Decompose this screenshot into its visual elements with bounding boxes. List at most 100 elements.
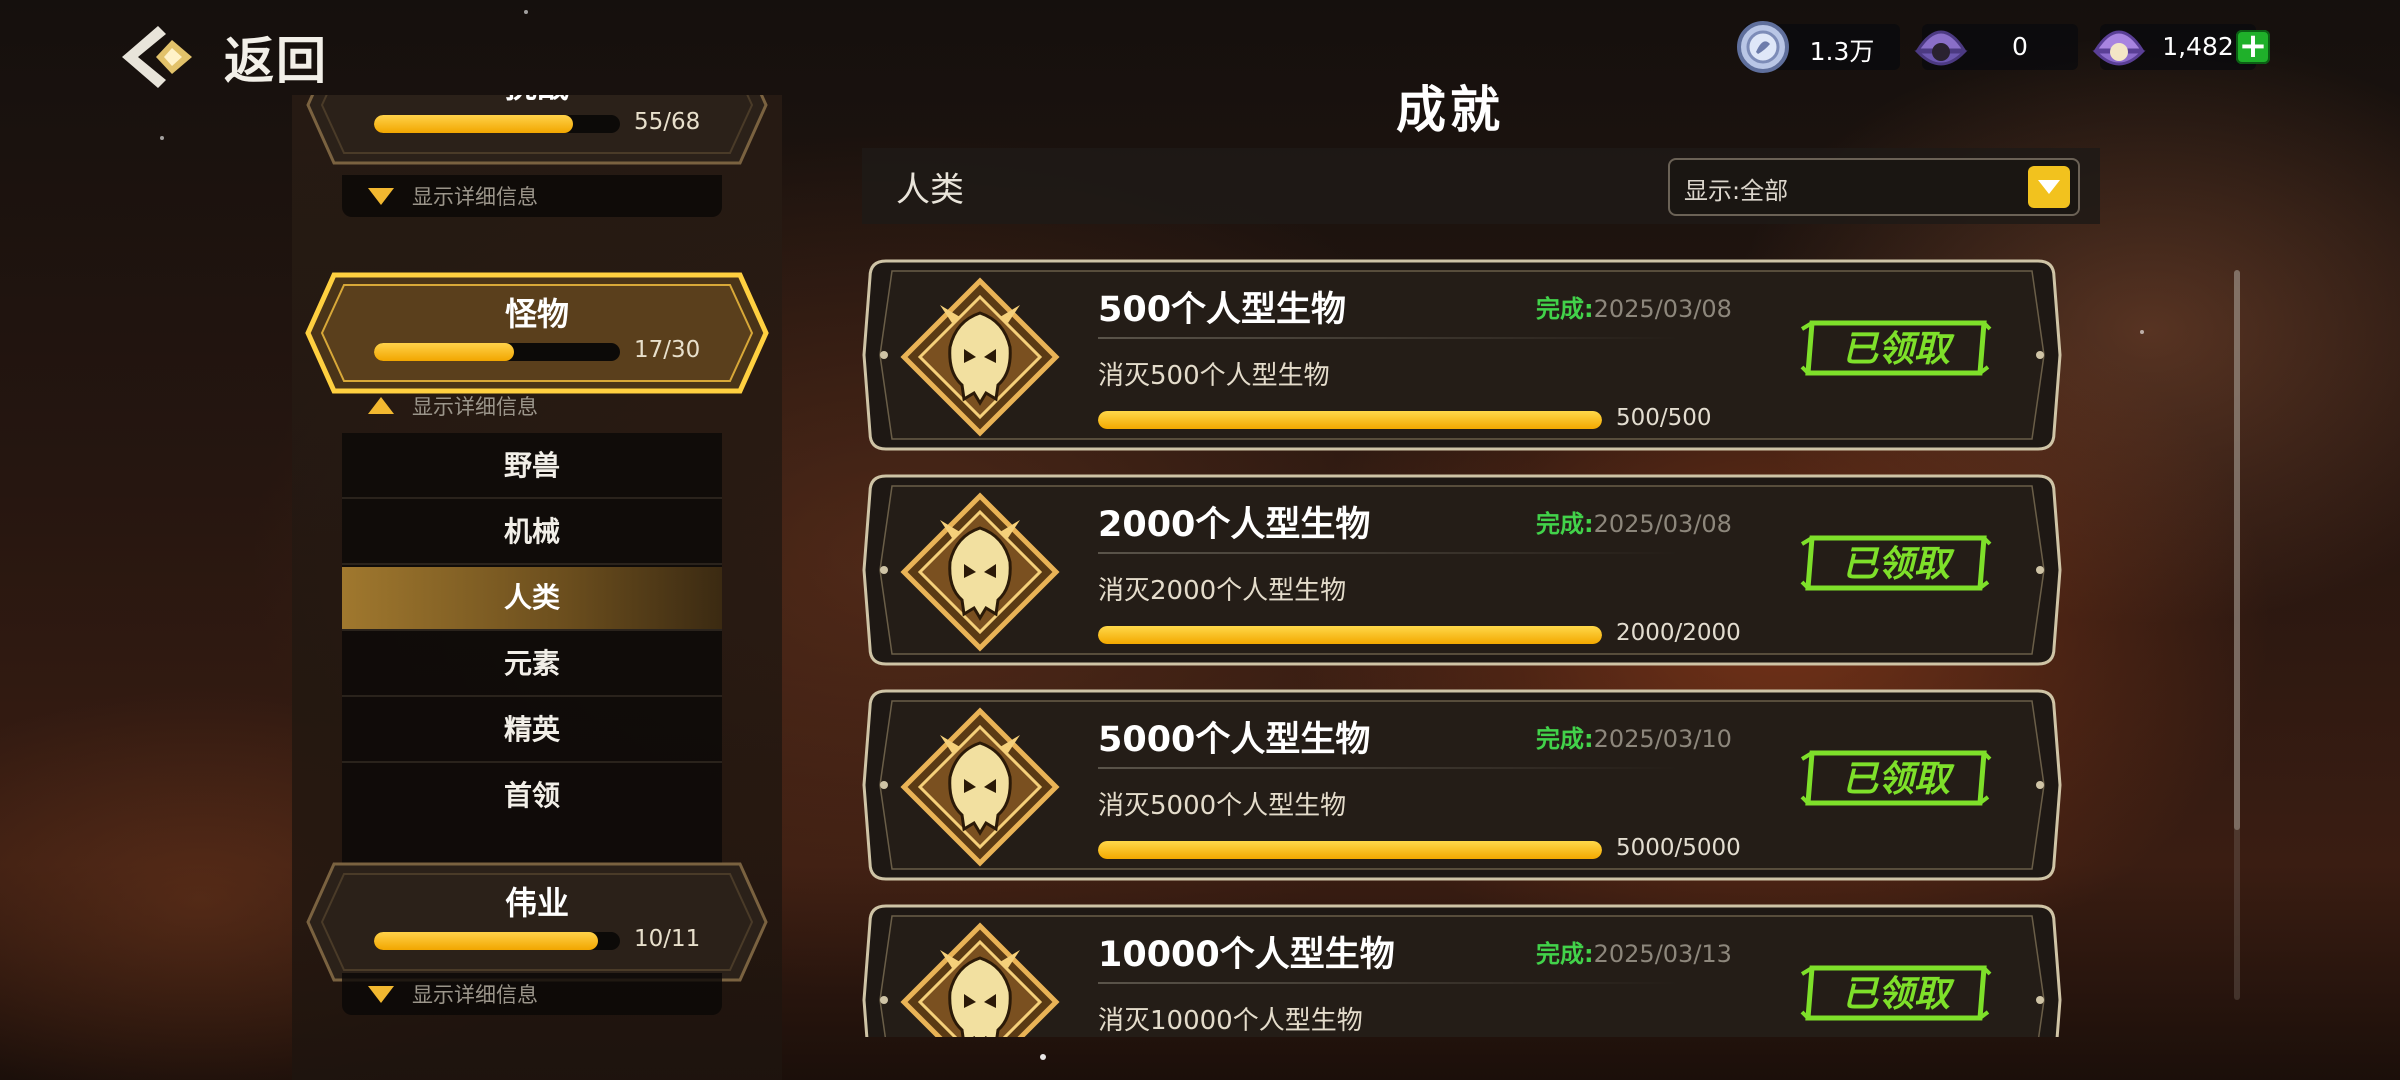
achievement-progress-count: 500/500 <box>1616 405 1712 431</box>
background-star <box>1040 1054 1046 1060</box>
back-button[interactable]: 返回 <box>118 20 328 94</box>
completion-label: 完成: <box>1536 295 1594 323</box>
completion-date: 2025/03/08 <box>1593 510 1732 538</box>
subcategory-beast[interactable]: 野兽 <box>342 435 722 499</box>
completion-info: 完成:2025/03/13 <box>1536 934 1732 969</box>
section-header: 人类 显示:全部 <box>862 148 2100 224</box>
claimed-label: 已领取 <box>1842 544 1955 585</box>
subcategory-humanoid[interactable]: 人类 <box>342 567 722 631</box>
chevron-up-icon <box>368 397 394 414</box>
currency-pearl: 1,482 + <box>2092 24 2270 70</box>
category-challenge[interactable]: 挑战 55/68 <box>304 95 770 167</box>
pearl-shell-icon <box>2092 30 2146 66</box>
claimed-label: 已领取 <box>1842 759 1955 800</box>
category-count: 17/30 <box>634 337 701 363</box>
currency-silver-value: 1.3万 <box>1809 37 1875 66</box>
achievement-card[interactable]: 5000个人型生物 完成:2025/03/10 消灭5000个人型生物 5000… <box>862 685 2062 885</box>
monster-emblem-icon <box>900 922 1060 1037</box>
category-title: 伟业 <box>504 884 569 922</box>
category-count: 55/68 <box>634 109 701 135</box>
show-details-toggle[interactable]: 显示详细信息 <box>342 175 722 217</box>
achievement-progress-fill <box>1098 411 1602 429</box>
subcategory-boss[interactable]: 首领 <box>342 765 722 827</box>
currency-dark-pearl: 0 <box>1914 24 2078 70</box>
achievement-description: 消灭10000个人型生物 <box>1098 1006 1363 1036</box>
subcategory-list: 野兽 机械 人类 元素 精英 首领 <box>342 433 722 881</box>
filter-dropdown-button[interactable] <box>2028 166 2070 208</box>
page-title: 成就 <box>1396 81 1504 139</box>
completion-label: 完成: <box>1536 940 1594 968</box>
achievement-title: 500个人型生物 <box>1098 290 1347 330</box>
divider <box>1098 337 1678 339</box>
achievement-title: 5000个人型生物 <box>1098 720 1371 760</box>
achievement-progress-fill <box>1098 841 1602 859</box>
claimed-button[interactable]: 已领取 <box>1798 315 1994 381</box>
completion-info: 完成:2025/03/08 <box>1536 504 1732 539</box>
completion-label: 完成: <box>1536 725 1594 753</box>
subcategory-elemental[interactable]: 元素 <box>342 633 722 697</box>
completion-info: 完成:2025/03/10 <box>1536 719 1732 754</box>
achievement-card[interactable]: 2000个人型生物 完成:2025/03/08 消灭2000个人型生物 2000… <box>862 470 2062 670</box>
background-star <box>524 10 528 14</box>
monster-emblem-icon <box>900 492 1060 652</box>
chevron-down-icon <box>2038 180 2060 194</box>
subcategory-machine[interactable]: 机械 <box>342 501 722 565</box>
chevron-down-icon <box>368 188 394 205</box>
category-progress-fill <box>374 115 574 133</box>
category-title: 挑战 <box>304 95 770 107</box>
completion-date: 2025/03/10 <box>1593 725 1732 753</box>
background-star <box>160 136 164 140</box>
claimed-button[interactable]: 已领取 <box>1798 745 1994 811</box>
completion-date: 2025/03/13 <box>1593 940 1732 968</box>
achievement-description: 消灭5000个人型生物 <box>1098 791 1347 821</box>
show-details-label: 显示详细信息 <box>412 983 538 1007</box>
filter-dropdown[interactable]: 显示:全部 <box>1668 158 2080 216</box>
achievement-description: 消灭500个人型生物 <box>1098 361 1330 391</box>
claimed-button[interactable]: 已领取 <box>1798 960 1994 1026</box>
completion-label: 完成: <box>1536 510 1594 538</box>
divider <box>1098 982 1678 984</box>
add-pearl-button[interactable]: + <box>2236 29 2270 64</box>
category-progress-bar <box>374 115 620 133</box>
claimed-button[interactable]: 已领取 <box>1798 530 1994 596</box>
achievement-card[interactable]: 10000个人型生物 完成:2025/03/13 消灭10000个人型生物 已领… <box>862 900 2062 1037</box>
show-details-toggle[interactable]: 显示详细信息 <box>342 973 722 1015</box>
background-star <box>2140 330 2144 334</box>
category-monster[interactable]: 怪物 17/30 <box>304 271 770 395</box>
silver-coin-icon <box>1737 21 1789 73</box>
subcategory-elite[interactable]: 精英 <box>342 699 722 763</box>
claimed-label: 已领取 <box>1842 329 1955 370</box>
divider <box>1098 767 1678 769</box>
category-title: 怪物 <box>504 295 569 333</box>
claimed-label: 已领取 <box>1842 974 1955 1015</box>
monster-emblem-icon <box>900 277 1060 437</box>
category-progress-fill <box>374 343 515 361</box>
filter-label: 显示:全部 <box>1684 177 1789 205</box>
section-label: 人类 <box>896 170 964 210</box>
currency-silver: 1.3万 <box>1737 21 1900 73</box>
achievement-progress-fill <box>1098 626 1602 644</box>
completion-date: 2025/03/08 <box>1593 295 1732 323</box>
achievement-list[interactable]: 500个人型生物 完成:2025/03/08 消灭500个人型生物 500/50… <box>862 255 2062 1037</box>
achievement-scrollbar[interactable] <box>2234 270 2240 1000</box>
back-label: 返回 <box>224 32 328 90</box>
chevron-down-icon <box>368 986 394 1003</box>
back-arrow-icon <box>122 26 192 88</box>
dark-pearl-shell-icon <box>1914 30 1968 66</box>
scrollbar-thumb[interactable] <box>2234 270 2240 830</box>
achievement-progress-bar <box>1098 411 1602 429</box>
achievement-title: 10000个人型生物 <box>1098 935 1395 975</box>
category-feat[interactable]: 伟业 10/11 <box>304 860 770 984</box>
completion-info: 完成:2025/03/08 <box>1536 289 1732 324</box>
achievement-card[interactable]: 500个人型生物 完成:2025/03/08 消灭500个人型生物 500/50… <box>862 255 2062 455</box>
category-count: 10/11 <box>634 926 701 952</box>
currency-pearl-value: 1,482 <box>2162 32 2234 61</box>
show-details-label: 显示详细信息 <box>412 395 538 419</box>
achievement-title: 2000个人型生物 <box>1098 505 1371 545</box>
achievement-progress-bar <box>1098 626 1602 644</box>
category-progress-fill <box>374 932 598 950</box>
category-list[interactable]: 挑战 55/68 显示详细信息 怪物 17/30 显示详细信息 野兽 机械 人类… <box>292 95 782 1045</box>
hide-details-toggle[interactable]: 显示详细信息 <box>342 385 722 427</box>
show-details-label: 显示详细信息 <box>412 185 538 209</box>
achievement-progress-count: 2000/2000 <box>1616 620 1741 646</box>
